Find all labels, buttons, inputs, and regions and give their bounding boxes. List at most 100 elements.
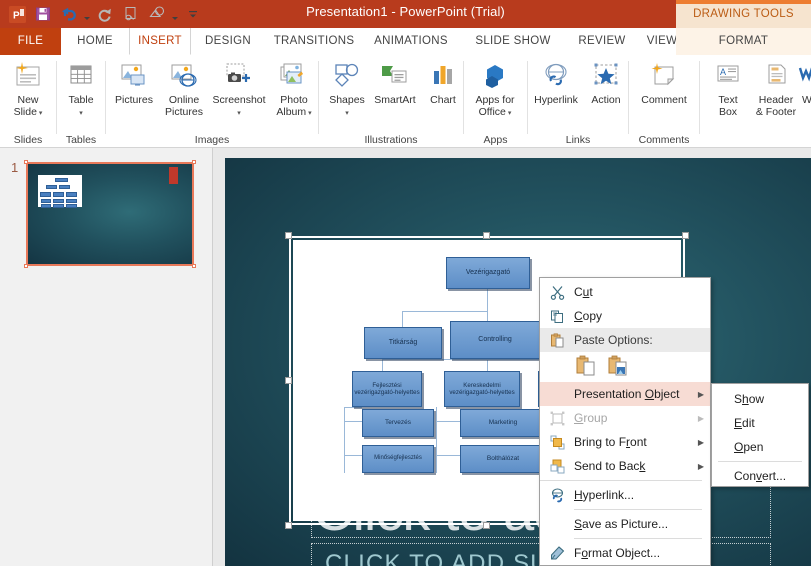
copy-icon: [540, 304, 574, 328]
slide-canvas[interactable]: Click to add title CLICK TO ADD SUBTITLE: [225, 158, 811, 566]
ribbon-group-comments: Comment Comments: [629, 55, 699, 148]
online-pictures-label-2: Pictures: [165, 106, 203, 118]
ribbon-group-label-comments: Comments: [638, 134, 690, 146]
hyperlink-icon: [528, 58, 584, 94]
pictures-label: Pictures: [115, 94, 153, 106]
paste-options-row[interactable]: [540, 352, 710, 382]
ribbon-group-label-images: Images: [194, 134, 230, 146]
chevron-right-icon: ▶: [697, 437, 705, 447]
slide-thumbnail-panel[interactable]: 1: [0, 148, 213, 566]
menu-item-save-as-picture[interactable]: Save as Picture...: [540, 512, 710, 536]
submenu-item-edit[interactable]: Edit: [712, 411, 808, 435]
tab-insert[interactable]: INSERT: [129, 28, 191, 55]
menu-item-copy[interactable]: Copy: [540, 304, 710, 328]
submenu-item-open[interactable]: Open: [712, 435, 808, 459]
selection-handle-bc[interactable]: [483, 522, 490, 529]
wordart-button[interactable]: W: [796, 58, 811, 106]
new-slide-button[interactable]: New Slide: [0, 58, 56, 120]
hyperlink-icon: [540, 483, 574, 507]
wordart-label: W: [802, 94, 811, 106]
menu-item-format-object[interactable]: Format Object...: [540, 541, 710, 565]
presentation-object-submenu[interactable]: Show Edit Open Convert...: [711, 383, 809, 487]
text-box-label-1: Text: [718, 94, 738, 106]
tab-design[interactable]: DESIGN: [191, 28, 265, 55]
ribbon-group-label-links: Links: [565, 134, 591, 146]
action-icon: [578, 58, 634, 94]
selection-handle-tr[interactable]: [682, 232, 689, 239]
table-icon: [53, 58, 109, 94]
thumbnail-embedded-object: [38, 175, 82, 208]
wordart-icon: [796, 58, 811, 94]
tab-file[interactable]: FILE: [0, 28, 61, 55]
photo-album-label-2: Album: [276, 106, 311, 118]
action-label: Action: [591, 94, 621, 106]
slide-editing-area[interactable]: Click to add title CLICK TO ADD SUBTITLE: [213, 148, 811, 566]
paste-option-picture[interactable]: [608, 355, 630, 379]
submenu-item-show[interactable]: Show: [712, 387, 808, 411]
selection-handle-ml[interactable]: [285, 377, 292, 384]
ribbon-tab-row[interactable]: FILE HOME INSERT DESIGN TRANSITIONS ANIM…: [0, 28, 811, 55]
thumbnail-handle-tr: [192, 160, 196, 164]
apps-for-office-button[interactable]: Apps for Office: [467, 58, 523, 120]
submenu-separator: [718, 461, 802, 462]
paste-icon: [540, 328, 574, 352]
table-label: Table: [68, 94, 94, 106]
menu-item-presentation-object[interactable]: Presentation Object ▶: [540, 382, 710, 406]
online-pictures-icon: [156, 58, 212, 94]
context-menu[interactable]: Cut Copy Paste Options: Presentation Obj…: [539, 277, 711, 566]
screenshot-button[interactable]: Screenshot: [208, 58, 270, 120]
selection-handle-bl[interactable]: [285, 522, 292, 529]
ribbon-group-illustrations: Shapes SmartArt Chart Illustrations: [319, 55, 463, 148]
menu-item-send-to-back[interactable]: Send to Back ▶: [540, 454, 710, 478]
tab-review[interactable]: REVIEW: [567, 28, 637, 55]
text-box-label-2: Box: [718, 106, 738, 118]
send-to-back-icon: [540, 454, 574, 478]
apps-for-office-label-2: Office: [479, 106, 512, 118]
ribbon-group-slides: NewSlide Slides: [0, 55, 56, 148]
selection-handle-tl[interactable]: [285, 232, 292, 239]
new-slide-label-2: Slide: [14, 106, 43, 118]
tab-animations[interactable]: ANIMATIONS: [363, 28, 459, 55]
ribbon[interactable]: NewSlide Slides Table Tables Pictures On…: [0, 55, 811, 148]
menu-separator-1: [540, 480, 702, 481]
menu-separator-2: [574, 509, 702, 510]
contextual-tab-label: DRAWING TOOLS: [693, 8, 794, 20]
menu-header-paste-options: Paste Options:: [540, 328, 710, 352]
contextual-tab-accent-bar: [676, 0, 811, 4]
action-button[interactable]: Action: [578, 58, 634, 106]
ribbon-group-label-tables: Tables: [65, 134, 97, 146]
submenu-item-convert[interactable]: Convert...: [712, 464, 808, 488]
hyperlink-button[interactable]: Hyperlink: [528, 58, 584, 106]
ribbon-group-links: Hyperlink Action Links: [528, 55, 628, 148]
photo-album-button[interactable]: Photo Album: [266, 58, 322, 120]
paste-options-label: Paste Options:: [574, 333, 653, 347]
pictures-button[interactable]: Pictures: [106, 58, 162, 106]
slide-thumbnail-1[interactable]: [24, 160, 196, 268]
bring-to-front-icon: [540, 430, 574, 454]
paste-option-use-destination-theme[interactable]: [576, 355, 598, 379]
new-slide-label-1: New: [17, 94, 39, 106]
tab-transitions[interactable]: TRANSITIONS: [265, 28, 363, 55]
chevron-right-icon: ▶: [697, 413, 705, 423]
new-slide-icon: [0, 58, 56, 94]
menu-item-cut[interactable]: Cut: [540, 280, 710, 304]
tab-format[interactable]: FORMAT: [676, 28, 811, 55]
group-icon: [540, 406, 574, 430]
table-button[interactable]: Table: [53, 58, 109, 120]
selection-handle-tc[interactable]: [483, 232, 490, 239]
chart-label: Chart: [430, 94, 456, 106]
menu-item-bring-to-front[interactable]: Bring to Front ▶: [540, 430, 710, 454]
apps-for-office-icon: [467, 58, 523, 94]
thumbnail-handle-bl: [24, 264, 28, 268]
menu-item-hyperlink[interactable]: Hyperlink...: [540, 483, 710, 507]
menu-item-group: Group ▶: [540, 406, 710, 430]
photo-album-icon: [266, 58, 322, 94]
online-pictures-button[interactable]: Online Pictures: [156, 58, 212, 118]
tab-slide-show[interactable]: SLIDE SHOW: [459, 28, 567, 55]
tab-home[interactable]: HOME: [61, 28, 129, 55]
apps-for-office-label-1: Apps for: [475, 94, 515, 106]
smartart-label: SmartArt: [374, 94, 416, 106]
online-pictures-label-1: Online: [168, 94, 200, 106]
header-footer-label-1: Header: [758, 94, 794, 106]
comment-button[interactable]: Comment: [636, 58, 692, 106]
